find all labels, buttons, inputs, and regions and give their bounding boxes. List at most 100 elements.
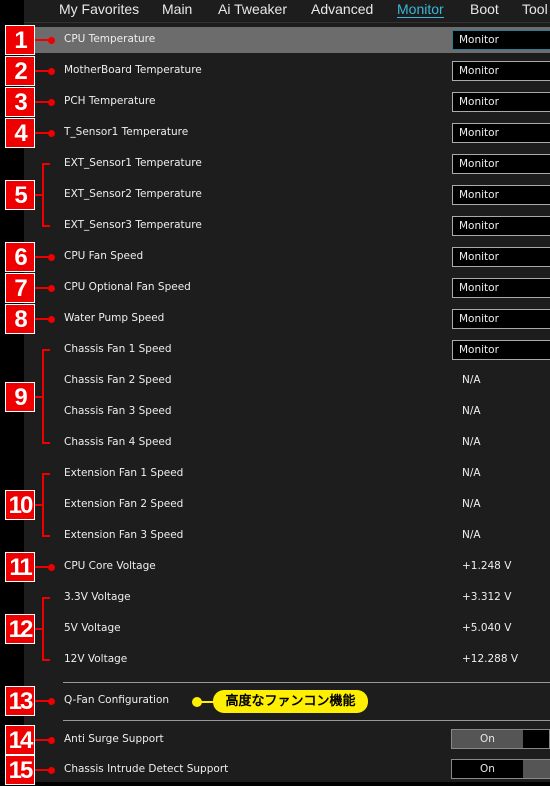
annotation-dot — [48, 315, 55, 323]
monitor-row[interactable]: EXT_Sensor3 Temperature Monitor — [34, 213, 550, 239]
tab-tool[interactable]: Tool — [522, 1, 548, 17]
row-label: CPU Fan Speed — [64, 250, 144, 262]
chassis-intrude-toggle[interactable]: On — [451, 759, 550, 779]
annotation-badge: 6 — [5, 242, 35, 272]
annotation-badge: 7 — [5, 273, 35, 303]
row-value: N/A — [462, 467, 481, 479]
monitor-row[interactable]: 3.3V Voltage +3.312 V — [34, 585, 550, 611]
monitor-row[interactable]: 12V Voltage +12.288 V — [34, 647, 550, 673]
row-label: Chassis Fan 2 Speed — [64, 374, 172, 386]
divider — [63, 682, 550, 683]
annotation-dot — [48, 129, 55, 137]
nav-divider — [24, 22, 550, 23]
monitor-row[interactable]: 5V Voltage +5.040 V — [34, 616, 550, 642]
row-label: Extension Fan 3 Speed — [64, 529, 184, 541]
annotation-dot — [48, 284, 55, 292]
monitor-dropdown[interactable]: Monitor — [452, 92, 550, 112]
annotation-bracket — [42, 597, 50, 661]
monitor-row[interactable]: Extension Fan 1 Speed N/A — [34, 461, 550, 487]
top-nav: My Favorites Main Ai Tweaker Advanced Monito… — [0, 0, 550, 22]
annotation-badge: 9 — [5, 381, 35, 412]
tab-ai-tweaker[interactable]: Ai Tweaker — [218, 1, 287, 17]
row-label: Chassis Fan 4 Speed — [64, 436, 172, 448]
monitor-row[interactable]: EXT_Sensor2 Temperature Monitor — [34, 182, 550, 208]
row-label: CPU Core Voltage — [64, 560, 156, 572]
row-label: EXT_Sensor3 Temperature — [64, 219, 202, 231]
annotation-dot — [48, 253, 55, 261]
monitor-row[interactable]: Extension Fan 3 Speed N/A — [34, 523, 550, 549]
tab-advanced[interactable]: Advanced — [311, 1, 373, 17]
row-value: +1.248 V — [462, 560, 512, 572]
monitor-dropdown[interactable]: Monitor — [452, 247, 550, 267]
monitor-row[interactable]: PCH Temperature Monitor — [34, 89, 550, 115]
monitor-row[interactable]: Water Pump Speed Monitor — [34, 306, 550, 332]
row-value: N/A — [462, 529, 481, 541]
monitor-row[interactable]: Chassis Fan 1 Speed Monitor — [34, 337, 550, 363]
row-label: CPU Temperature — [64, 33, 156, 45]
row-label: EXT_Sensor1 Temperature — [64, 157, 202, 169]
annotation-badge: 4 — [5, 118, 35, 148]
row-label: T_Sensor1 Temperature — [64, 126, 189, 138]
tab-my-favorites[interactable]: My Favorites — [59, 1, 139, 17]
monitor-dropdown[interactable]: Monitor — [452, 309, 550, 329]
row-value: +3.312 V — [462, 591, 512, 603]
annotation-badge: 12 — [5, 614, 35, 644]
row-label: CPU Optional Fan Speed — [64, 281, 191, 293]
annotation-badge: 11 — [5, 552, 35, 582]
row-value: N/A — [462, 436, 481, 448]
chassis-intrude-label: Chassis Intrude Detect Support — [64, 763, 229, 775]
qfan-callout: 高度なファンコン機能 — [213, 690, 368, 713]
callout-line — [200, 701, 214, 703]
row-label: Extension Fan 2 Speed — [64, 498, 184, 510]
row-label: 5V Voltage — [64, 622, 121, 634]
monitor-row[interactable]: Chassis Fan 3 Speed N/A — [34, 399, 550, 425]
monitor-row[interactable]: Chassis Fan 2 Speed N/A — [34, 368, 550, 394]
monitor-row[interactable]: CPU Optional Fan Speed Monitor — [34, 275, 550, 301]
monitor-row[interactable]: MotherBoard Temperature Monitor — [34, 58, 550, 84]
monitor-row[interactable]: Chassis Fan 4 Speed N/A — [34, 430, 550, 456]
monitor-row[interactable]: Extension Fan 2 Speed N/A — [34, 492, 550, 518]
monitor-dropdown[interactable]: Monitor — [452, 154, 550, 174]
row-label: 12V Voltage — [64, 653, 128, 665]
monitor-row[interactable]: EXT_Sensor1 Temperature Monitor — [34, 151, 550, 177]
annotation-bracket — [42, 473, 50, 537]
toggle-value: On — [480, 763, 495, 775]
row-label: Chassis Fan 3 Speed — [64, 405, 172, 417]
row-label: Chassis Fan 1 Speed — [64, 343, 172, 355]
tab-main[interactable]: Main — [162, 1, 192, 17]
row-label: PCH Temperature — [64, 95, 156, 107]
annotation-badge: 5 — [5, 180, 35, 210]
monitor-row[interactable]: CPU Temperature Monitor — [34, 27, 550, 53]
annotation-badge: 8 — [5, 304, 35, 334]
monitor-dropdown[interactable]: Monitor — [452, 278, 550, 298]
tab-boot[interactable]: Boot — [470, 1, 499, 17]
monitor-dropdown[interactable]: Monitor — [452, 216, 550, 236]
row-label: Water Pump Speed — [64, 312, 165, 324]
row-label: MotherBoard Temperature — [64, 64, 202, 76]
annotation-dot — [48, 36, 55, 44]
tab-monitor[interactable]: Monitor — [397, 1, 444, 18]
monitor-dropdown[interactable]: Monitor — [452, 340, 550, 360]
row-value: N/A — [462, 405, 481, 417]
annotation-badge: 14 — [5, 725, 35, 755]
anti-surge-toggle[interactable]: On — [451, 729, 550, 749]
monitor-row[interactable]: CPU Fan Speed Monitor — [34, 244, 550, 270]
annotation-badge: 3 — [5, 87, 35, 117]
monitor-dropdown[interactable]: Monitor — [452, 185, 550, 205]
monitor-dropdown[interactable]: Monitor — [452, 123, 550, 143]
annotation-badge: 1 — [5, 25, 35, 55]
monitor-row[interactable]: CPU Core Voltage +1.248 V — [34, 554, 550, 580]
anti-surge-label: Anti Surge Support — [64, 733, 164, 745]
annotation-badge: 2 — [5, 56, 35, 86]
row-label: Extension Fan 1 Speed — [64, 467, 184, 479]
annotation-badge: 10 — [5, 490, 35, 520]
annotation-bracket — [42, 163, 50, 227]
annotation-dot — [48, 98, 55, 106]
monitor-dropdown[interactable]: Monitor — [452, 61, 550, 81]
divider — [63, 720, 550, 721]
monitor-dropdown[interactable]: Monitor — [452, 30, 550, 50]
toggle-value: On — [480, 733, 495, 745]
row-value: N/A — [462, 374, 481, 386]
monitor-row[interactable]: T_Sensor1 Temperature Monitor — [34, 120, 550, 146]
row-value: +12.288 V — [462, 653, 519, 665]
